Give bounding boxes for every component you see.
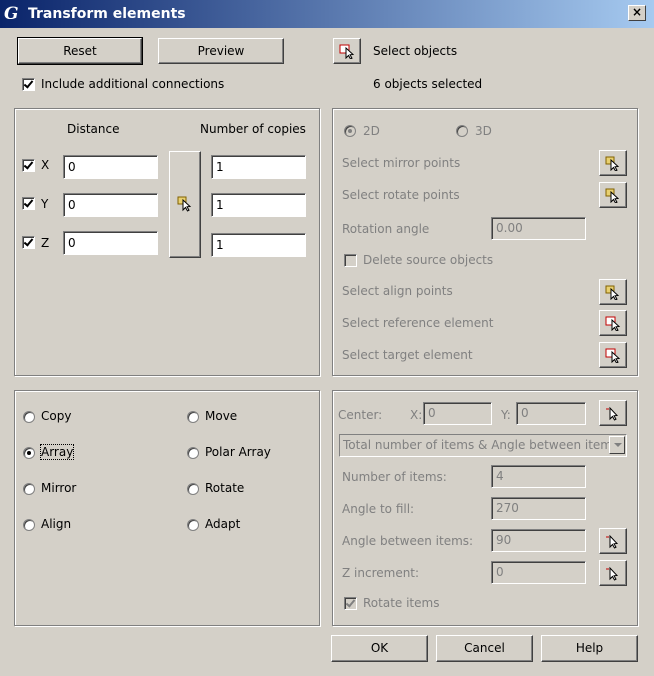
rotate-items-label: Rotate items [363, 596, 440, 610]
mode-2d-label: 2D [363, 124, 380, 138]
select-cursor-icon [605, 348, 621, 363]
center-x-label: X: [410, 408, 423, 422]
select-cursor-icon [339, 44, 355, 59]
include-connections-checkbox[interactable] [22, 78, 35, 91]
number-of-items-label: Number of items: [342, 470, 447, 484]
pick-point-icon [177, 196, 192, 212]
pick-angle-button[interactable] [599, 528, 627, 554]
center-y-input[interactable]: 0 [516, 402, 586, 425]
delete-source-label: Delete source objects [363, 253, 494, 267]
pick-z-increment-button[interactable] [599, 560, 627, 586]
mode-3d-label: 3D [475, 124, 492, 138]
select-target-element-label: Select target element [342, 348, 473, 362]
angle-to-fill-label: Angle to fill: [342, 502, 415, 516]
z-increment-label: Z increment: [342, 566, 420, 580]
polar-mode-value: Total number of items & Angle between it… [343, 438, 619, 452]
distance-x-input[interactable]: 0 [63, 155, 158, 179]
polar-mode-select[interactable]: Total number of items & Angle between it… [339, 434, 627, 457]
polar-array-label: Polar Array [205, 445, 271, 459]
mirror-label: Mirror [41, 481, 77, 495]
z-increment-input[interactable]: 0 [491, 561, 586, 584]
align-radio[interactable] [23, 519, 35, 531]
rotate-label: Rotate [205, 481, 245, 495]
select-reference-element-button[interactable] [599, 310, 627, 336]
close-button[interactable]: × [628, 5, 646, 21]
angle-between-items-input[interactable]: 90 [491, 529, 586, 552]
select-objects-button[interactable] [333, 38, 361, 64]
polar-array-radio[interactable] [187, 447, 199, 459]
axis-x-label: X [41, 158, 50, 172]
angle-to-fill-input[interactable]: 270 [491, 497, 586, 520]
axis-z-label: Z [41, 236, 50, 250]
copies-z-input[interactable]: 1 [211, 233, 306, 257]
window-title: Transform elements [28, 6, 186, 22]
mode-3d-radio[interactable] [456, 125, 468, 137]
select-objects-label: Select objects [373, 44, 458, 58]
center-x-input[interactable]: 0 [423, 402, 492, 425]
select-rotate-points-label: Select rotate points [342, 188, 460, 202]
axis-y-checkbox[interactable] [22, 197, 35, 210]
pick-point-icon [605, 156, 620, 171]
delete-source-checkbox[interactable] [344, 254, 357, 267]
mirror-rotate-panel [332, 108, 638, 376]
objects-selected-count: 6 objects selected [373, 77, 483, 91]
reset-button[interactable]: Reset [17, 37, 143, 65]
rotate-radio[interactable] [187, 483, 199, 495]
mode-2d-radio[interactable] [344, 125, 356, 137]
include-connections-label: Include additional connections [41, 77, 225, 91]
pick-center-button[interactable] [599, 400, 627, 426]
move-radio[interactable] [187, 411, 199, 423]
axis-y-label: Y [41, 197, 49, 211]
rotation-angle-input[interactable]: 0.00 [491, 217, 586, 240]
select-align-points-button[interactable] [599, 279, 627, 305]
operation-panel [14, 390, 320, 626]
adapt-label: Adapt [205, 517, 241, 531]
cursor-arrow-icon [606, 566, 619, 581]
array-radio[interactable] [23, 447, 35, 459]
preview-button[interactable]: Preview [158, 38, 284, 64]
align-label: Align [41, 517, 72, 531]
mirror-radio[interactable] [23, 483, 35, 495]
angle-between-items-label: Angle between items: [342, 534, 474, 548]
pick-distance-button[interactable] [169, 151, 201, 258]
adapt-radio[interactable] [187, 519, 199, 531]
select-target-element-button[interactable] [599, 342, 627, 368]
select-mirror-points-button[interactable] [599, 150, 627, 176]
move-label: Move [205, 409, 238, 423]
copies-header: Number of copies [200, 122, 306, 136]
cancel-button[interactable]: Cancel [436, 635, 533, 662]
title-bar: G Transform elements × [0, 0, 654, 28]
number-of-items-input[interactable]: 4 [491, 465, 586, 488]
axis-z-checkbox[interactable] [22, 236, 35, 249]
rotate-items-checkbox[interactable] [344, 597, 357, 610]
rotation-angle-label: Rotation angle [342, 222, 430, 236]
distance-header: Distance [67, 122, 120, 136]
app-logo-icon: G [4, 4, 19, 24]
ok-button[interactable]: OK [331, 635, 428, 662]
chevron-down-icon[interactable] [609, 436, 625, 454]
copy-radio[interactable] [23, 411, 35, 423]
cursor-arrow-icon [606, 534, 619, 549]
copies-y-input[interactable]: 1 [211, 193, 306, 217]
pick-point-icon [605, 188, 620, 203]
select-rotate-points-button[interactable] [599, 182, 627, 208]
center-label: Center: [338, 408, 383, 422]
help-button[interactable]: Help [541, 635, 638, 662]
axis-x-checkbox[interactable] [22, 159, 35, 172]
cursor-arrow-icon [606, 406, 619, 421]
select-cursor-icon [605, 316, 621, 331]
distance-z-input[interactable]: 0 [63, 231, 158, 255]
select-align-points-label: Select align points [342, 284, 453, 298]
distance-y-input[interactable]: 0 [63, 193, 158, 217]
center-y-label: Y: [501, 408, 511, 422]
select-reference-element-label: Select reference element [342, 316, 494, 330]
select-mirror-points-label: Select mirror points [342, 156, 461, 170]
pick-point-icon [605, 285, 620, 300]
copies-x-input[interactable]: 1 [211, 155, 306, 179]
copy-label: Copy [41, 409, 72, 423]
array-label: Array [39, 444, 75, 460]
